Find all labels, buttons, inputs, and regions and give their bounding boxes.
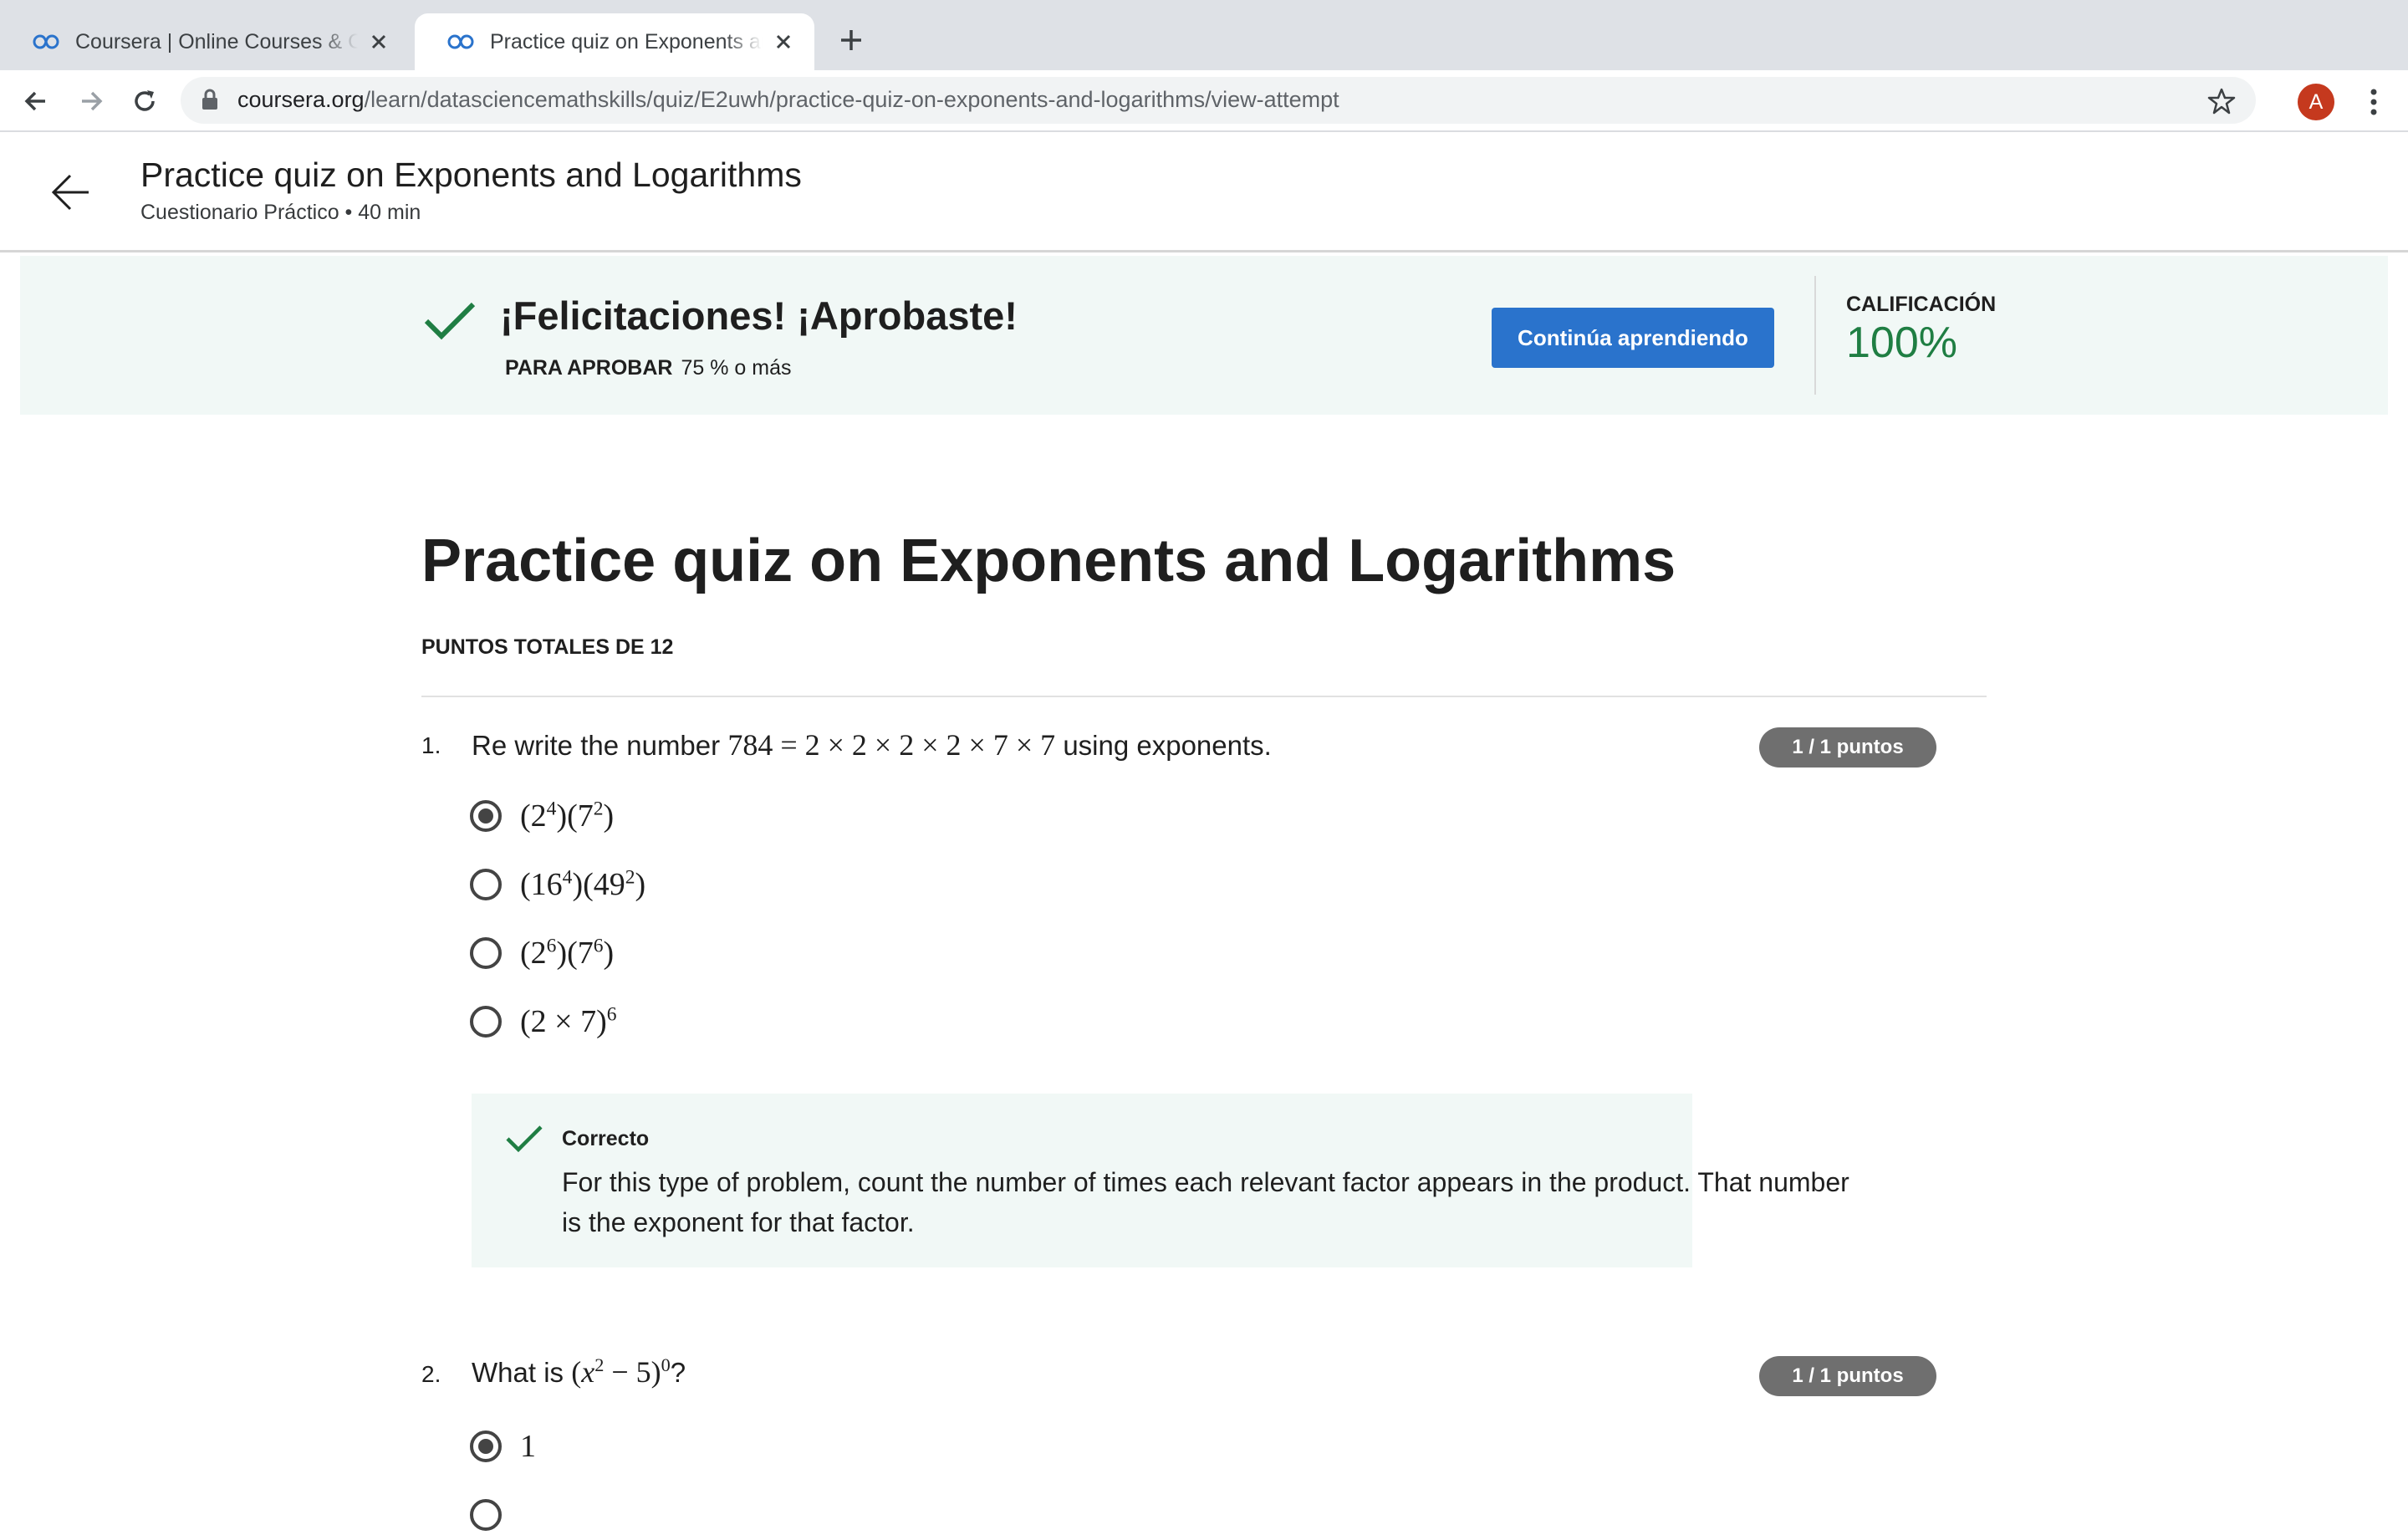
radio-icon[interactable] (470, 800, 502, 832)
feedback-label: Correcto (562, 1127, 650, 1150)
question-number: 1. (421, 732, 441, 758)
close-icon[interactable] (366, 29, 391, 54)
tab-coursera-home[interactable]: Coursera | Online Courses & Credentials (0, 13, 410, 70)
radio-icon[interactable] (470, 1430, 502, 1462)
grade-value: 100% (1846, 319, 1957, 367)
tab-title: Coursera | Online Courses & Credentials (75, 29, 358, 54)
question-prefix: Re write the number (472, 730, 721, 761)
total-points: PUNTOS TOTALES DE 12 (421, 635, 674, 659)
question-suffix: using exponents. (1063, 730, 1272, 761)
back-icon[interactable] (20, 85, 52, 117)
tab-title: Practice quiz on Exponents and Logarithm… (490, 29, 763, 54)
answer-option[interactable] (470, 1495, 502, 1535)
lock-icon[interactable] (201, 89, 219, 110)
address-bar[interactable]: coursera.org/learn/datasciencemathskills… (181, 77, 2256, 124)
pass-banner: ¡Felicitaciones! ¡Aprobaste! PARA APROBA… (20, 256, 2388, 415)
question-suffix: ? (670, 1357, 686, 1388)
coursera-favicon-icon (447, 34, 474, 49)
coursera-favicon-icon (33, 34, 59, 49)
answer-option[interactable]: (164)(492) (470, 864, 645, 905)
question-text: Re write the number 784 = 2 × 2 × 2 × 2 … (472, 727, 1272, 762)
browser-tab-strip: Coursera | Online Courses & Credentials … (0, 0, 2408, 70)
answer-option[interactable]: (2 × 7)6 (470, 1002, 617, 1042)
reload-icon[interactable] (129, 85, 161, 117)
answer-option[interactable]: (26)(76) (470, 933, 614, 973)
option-label: (2 × 7)6 (520, 1003, 617, 1039)
header-title: Practice quiz on Exponents and Logarithm… (140, 156, 802, 194)
question-math: 784 = 2 × 2 × 2 × 2 × 7 × 7 (727, 728, 1056, 762)
pass-requirement: PARA APROBAR 75 % o más (505, 356, 791, 380)
star-icon[interactable] (2207, 87, 2236, 115)
forward-icon[interactable] (75, 85, 107, 117)
option-label: (164)(492) (520, 866, 646, 902)
radio-icon[interactable] (470, 1006, 502, 1038)
tab-practice-quiz[interactable]: Practice quiz on Exponents and Logarithm… (415, 13, 814, 70)
url-text: coursera.org/learn/datasciencemathskills… (237, 87, 1339, 113)
checkmark-icon (424, 302, 476, 340)
banner-title: ¡Felicitaciones! ¡Aprobaste! (500, 293, 1018, 338)
course-header: Practice quiz on Exponents and Logarithm… (0, 132, 2408, 252)
divider (421, 696, 1987, 697)
feedback-correct: Correcto For this type of problem, count… (472, 1094, 1849, 1267)
question-number: 2. (421, 1361, 441, 1387)
pass-value: 75 % o más (681, 356, 792, 380)
radio-icon[interactable] (470, 937, 502, 969)
arrow-left-icon[interactable] (47, 169, 94, 216)
quiz-title: Practice quiz on Exponents and Logarithm… (421, 528, 1676, 594)
browser-toolbar: coursera.org/learn/datasciencemathskills… (0, 70, 2408, 132)
option-label: (24)(72) (520, 798, 615, 834)
option-label: 1 (520, 1429, 536, 1464)
question-text: What is (x2 − 5)0? (472, 1354, 686, 1390)
answer-option[interactable]: (24)(72) (470, 796, 614, 836)
close-icon[interactable] (771, 29, 796, 54)
question-math: (x2 − 5)0 (571, 1354, 671, 1389)
grade-label: CALIFICACIÓN (1846, 293, 1997, 316)
radio-icon[interactable] (470, 869, 502, 900)
continue-learning-button[interactable]: Continúa aprendiendo (1492, 308, 1774, 368)
header-subtitle: Cuestionario Práctico • 40 min (140, 201, 421, 224)
more-vert-icon[interactable] (2361, 85, 2386, 119)
answer-option[interactable]: 1 (470, 1426, 536, 1466)
points-badge: 1 / 1 puntos (1759, 727, 1936, 768)
checkmark-icon (506, 1125, 543, 1153)
plus-icon[interactable] (836, 25, 866, 55)
question-prefix: What is (472, 1357, 564, 1388)
profile-avatar[interactable]: A (2298, 84, 2334, 120)
points-badge: 1 / 1 puntos (1759, 1356, 1936, 1396)
feedback-text: For this type of problem, count the numb… (562, 1167, 1849, 1237)
divider (1814, 276, 1816, 395)
radio-icon[interactable] (470, 1499, 502, 1531)
pass-label: PARA APROBAR (505, 356, 673, 380)
url-path: /learn/datasciencemathskills/quiz/E2uwh/… (364, 87, 1339, 112)
url-host: coursera.org (237, 87, 365, 112)
option-label: (26)(76) (520, 935, 615, 971)
